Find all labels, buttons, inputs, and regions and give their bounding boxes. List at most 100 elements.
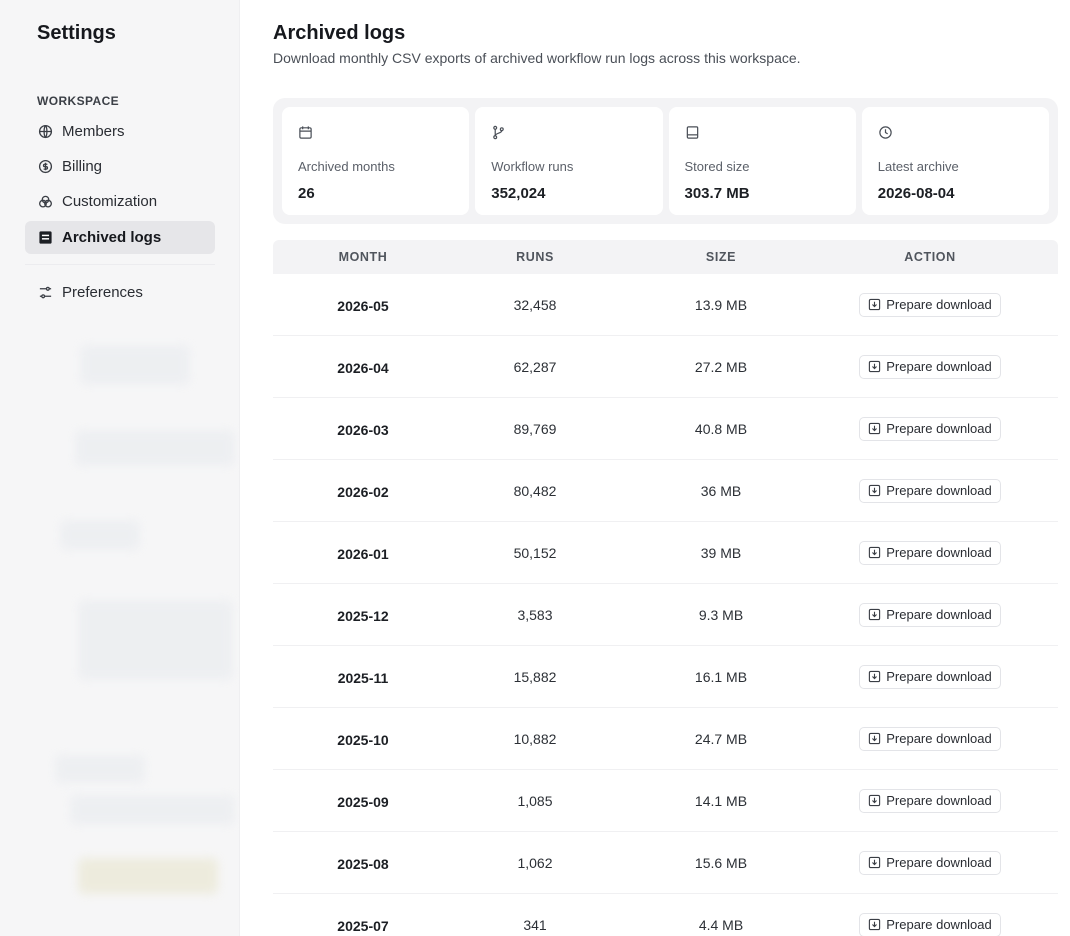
cell-size: 40.8 MB xyxy=(694,420,748,437)
table-row: 2026-03 89,769 40.8 MB Prepare download xyxy=(273,398,1058,460)
prepare-download-label: Prepare download xyxy=(886,793,992,808)
prepare-download-button[interactable]: Prepare download xyxy=(859,602,1001,627)
prepare-download-button[interactable]: Prepare download xyxy=(859,912,1001,936)
blurred-area xyxy=(60,520,140,550)
cell-month: 2025-11 xyxy=(337,669,389,686)
archive-icon xyxy=(37,230,53,246)
calendar-icon xyxy=(298,125,314,141)
cell-size: 27.2 MB xyxy=(694,358,748,375)
prepare-download-button[interactable]: Prepare download xyxy=(859,788,1001,813)
cell-action: Prepare download xyxy=(825,850,1035,875)
table-row: 2025-12 3,583 9.3 MB Prepare download xyxy=(273,584,1058,646)
cell-month: 2025-08 xyxy=(337,855,389,872)
table-row: 2025-11 15,882 16.1 MB Prepare download xyxy=(273,646,1058,708)
blurred-area xyxy=(78,858,218,894)
download-icon xyxy=(868,918,881,931)
table-header: MONTH RUNS SIZE ACTION xyxy=(273,240,1058,274)
cell-action: Prepare download xyxy=(825,354,1035,379)
download-icon xyxy=(868,360,881,373)
stat-value: 352,024 xyxy=(491,185,546,202)
stat-value: 303.7 MB xyxy=(684,185,750,202)
prepare-download-label: Prepare download xyxy=(886,669,992,684)
cell-size: 9.3 MB xyxy=(698,606,744,623)
prepare-download-button[interactable]: Prepare download xyxy=(859,292,1001,317)
cell-action: Prepare download xyxy=(825,292,1035,317)
stat-value: 26 xyxy=(298,185,315,202)
prepare-download-label: Prepare download xyxy=(886,421,992,436)
sidebar-item-archived-logs[interactable]: Archived logs xyxy=(25,221,215,254)
blurred-area xyxy=(78,600,233,680)
prepare-download-button[interactable]: Prepare download xyxy=(859,416,1001,441)
download-icon xyxy=(868,670,881,683)
sidebar-item-billing[interactable]: Billing xyxy=(25,150,215,183)
cell-runs: 62,287 xyxy=(513,358,557,375)
cell-month: 2026-03 xyxy=(337,421,389,438)
sidebar-item-label: Archived logs xyxy=(62,229,162,246)
prepare-download-button[interactable]: Prepare download xyxy=(859,726,1001,751)
palette-icon xyxy=(37,194,53,210)
prepare-download-label: Prepare download xyxy=(886,483,992,498)
stat-card-stored-size: Stored size 303.7 MB xyxy=(668,107,856,215)
sidebar-item-customization[interactable]: Customization xyxy=(25,185,215,218)
prepare-download-label: Prepare download xyxy=(886,855,992,870)
prepare-download-label: Prepare download xyxy=(886,917,992,932)
sidebar-item-preferences[interactable]: Preferences xyxy=(25,276,215,309)
cell-runs: 15,882 xyxy=(513,668,557,685)
cell-month: 2026-01 xyxy=(337,545,389,562)
cell-action: Prepare download xyxy=(825,602,1035,627)
sliders-icon xyxy=(37,285,53,301)
download-icon xyxy=(868,298,881,311)
download-icon xyxy=(868,422,881,435)
prepare-download-label: Prepare download xyxy=(886,297,992,312)
cell-runs: 32,458 xyxy=(513,296,557,313)
cell-runs: 3,583 xyxy=(517,606,553,623)
prepare-download-label: Prepare download xyxy=(886,607,992,622)
column-header-size: SIZE xyxy=(705,250,737,264)
sidebar-item-members[interactable]: Members xyxy=(25,115,215,148)
table-row: 2026-01 50,152 39 MB Prepare download xyxy=(273,522,1058,584)
blurred-area xyxy=(55,755,145,783)
cell-month: 2025-09 xyxy=(337,793,389,810)
cell-size: 14.1 MB xyxy=(694,792,748,809)
cell-runs: 50,152 xyxy=(513,544,557,561)
prepare-download-button[interactable]: Prepare download xyxy=(859,540,1001,565)
table-row: 2026-05 32,458 13.9 MB Prepare download xyxy=(273,274,1058,336)
cell-runs: 341 xyxy=(523,916,547,933)
download-icon xyxy=(868,856,881,869)
cell-runs: 1,062 xyxy=(517,854,553,871)
column-header-runs: RUNS xyxy=(516,250,554,264)
cell-size: 15.6 MB xyxy=(694,854,748,871)
cell-month: 2026-04 xyxy=(337,359,389,376)
cell-action: Prepare download xyxy=(825,726,1035,751)
prepare-download-button[interactable]: Prepare download xyxy=(859,478,1001,503)
download-icon xyxy=(868,608,881,621)
cell-month: 2026-05 xyxy=(337,297,389,314)
cell-runs: 89,769 xyxy=(513,420,557,437)
cell-size: 24.7 MB xyxy=(694,730,748,747)
table-body: 2026-05 32,458 13.9 MB Prepare download 2026… xyxy=(273,274,1058,936)
sidebar-divider xyxy=(25,264,215,265)
cell-month: 2025-12 xyxy=(337,607,389,624)
table-row: 2025-07 341 4.4 MB Prepare download xyxy=(273,894,1058,936)
blurred-area xyxy=(80,345,190,385)
table-row: 2026-02 80,482 36 MB Prepare download xyxy=(273,460,1058,522)
prepare-download-button[interactable]: Prepare download xyxy=(859,664,1001,689)
cell-action: Prepare download xyxy=(825,788,1035,813)
download-icon xyxy=(868,794,881,807)
stat-label: Stored size xyxy=(684,159,750,174)
sidebar-item-label: Customization xyxy=(62,193,158,210)
cell-action: Prepare download xyxy=(825,540,1035,565)
table-row: 2026-04 62,287 27.2 MB Prepare download xyxy=(273,336,1058,398)
prepare-download-button[interactable]: Prepare download xyxy=(859,354,1001,379)
table-row: 2025-09 1,085 14.1 MB Prepare download xyxy=(273,770,1058,832)
blurred-area xyxy=(70,795,235,825)
prepare-download-button[interactable]: Prepare download xyxy=(859,850,1001,875)
cell-action: Prepare download xyxy=(825,478,1035,503)
cell-size: 36 MB xyxy=(700,482,742,499)
column-header-month: MONTH xyxy=(338,250,388,264)
page-subtitle: Download monthly CSV exports of archived… xyxy=(273,50,801,66)
cell-action: Prepare download xyxy=(825,664,1035,689)
archived-logs-table: MONTH RUNS SIZE ACTION 2026-05 32,458 13.9… xyxy=(273,240,1058,936)
sidebar-item-label: Preferences xyxy=(62,284,143,301)
cell-month: 2025-07 xyxy=(337,917,389,934)
